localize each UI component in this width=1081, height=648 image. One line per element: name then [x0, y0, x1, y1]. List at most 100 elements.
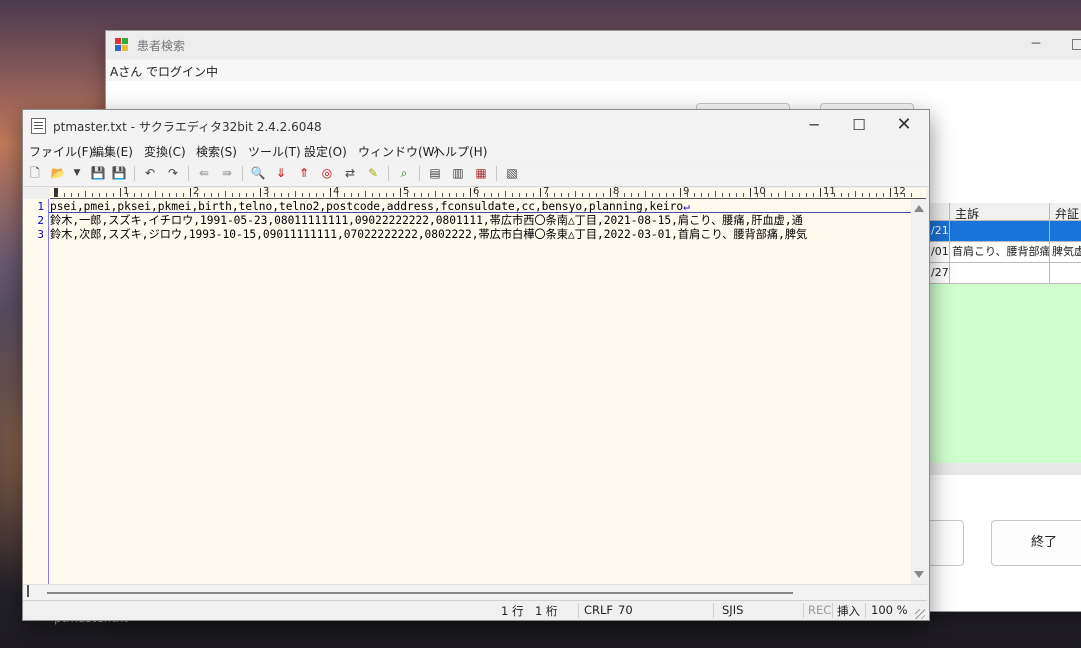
menu-window[interactable]: ウィンドウ(W) [358, 143, 439, 160]
clear-mark-icon[interactable]: ✎ [365, 165, 381, 181]
ruler-tick [911, 193, 912, 197]
sakura-editor-window[interactable]: ptmaster.txt - サクラエディタ32bit 2.4.2.6048 ─… [22, 109, 930, 621]
horizontal-scroll-thumb[interactable] [47, 592, 793, 594]
minimize-button[interactable]: ─ [1028, 33, 1044, 55]
scroll-left-icon[interactable] [27, 585, 29, 597]
resize-grip[interactable] [915, 609, 925, 619]
menu-edit[interactable]: 編集(E) [92, 143, 133, 160]
menu-help[interactable]: ヘルプ(H) [433, 143, 487, 160]
line-number-gutter: 1 2 3 [23, 199, 49, 584]
open-dropdown-icon[interactable]: ▼ [69, 165, 85, 181]
vertical-scrollbar[interactable] [911, 199, 927, 584]
save-icon[interactable]: 💾 [90, 165, 106, 181]
ruler-tick [309, 193, 310, 197]
ruler-tick [568, 193, 569, 197]
text-line[interactable]: psei,pmei,pksei,pkmei,birth,telno,telno2… [50, 200, 690, 214]
grid-cell-complaint[interactable] [950, 263, 1050, 283]
ruler-tick [554, 193, 555, 197]
text-line[interactable]: 鈴木,一郎,スズキ,イチロウ,1991-05-23,08011111111,09… [50, 214, 803, 228]
ruler-tick [351, 193, 352, 197]
grid-cell-pattern[interactable] [1050, 263, 1081, 283]
table-row[interactable]: /27 [929, 263, 1081, 284]
search-down-icon[interactable]: ⇓ [273, 165, 289, 181]
grid-cell-pattern[interactable] [1050, 221, 1081, 241]
redo-icon[interactable]: ↷ [165, 165, 181, 181]
jump-forward-icon[interactable]: ⇛ [219, 165, 235, 181]
grid-header-complaint[interactable]: 主訴 [955, 205, 979, 222]
minimize-button[interactable]: ─ [791, 110, 837, 140]
ruler-tick [57, 193, 58, 197]
ruler-tick [71, 193, 72, 197]
tag-jump-icon[interactable]: ▦ [473, 165, 489, 181]
grid-cell-date[interactable]: /27 [929, 263, 950, 283]
table-row[interactable]: /01 首肩こり、腰背部痛 脾気虚 [929, 242, 1081, 263]
scroll-down-icon[interactable] [914, 571, 924, 578]
outline-icon[interactable]: ▤ [427, 165, 443, 181]
ruler-tick [743, 193, 744, 197]
search-up-icon[interactable]: ⇑ [296, 165, 312, 181]
search-mark-icon[interactable]: ◎ [319, 165, 335, 181]
grid-cell-complaint[interactable] [950, 221, 1050, 241]
compare-icon[interactable]: ▥ [450, 165, 466, 181]
table-row[interactable]: /21 [929, 221, 1081, 242]
ruler-tick [659, 193, 660, 197]
status-char-code: 70 [618, 603, 633, 617]
menu-search[interactable]: 検索(S) [196, 143, 237, 160]
text-line[interactable]: 鈴木,次郎,スズキ,ジロウ,1993-10-15,09011111111,070… [50, 228, 807, 242]
grid-cell-date[interactable]: /21 [929, 221, 950, 241]
ruler-tick [687, 193, 688, 197]
maximize-button[interactable]: ☐ [836, 110, 882, 140]
text-editing-area[interactable]: psei,pmei,pksei,pkmei,birth,telno,telno2… [49, 199, 911, 584]
text-line-content: 鈴木,次郎,スズキ,ジロウ,1993-10-15,09011111111,070… [50, 228, 808, 241]
grep-icon[interactable]: ⌕ [396, 165, 412, 181]
ruler-tick [344, 193, 345, 197]
ruler-tick [652, 193, 653, 197]
ruler-tick [169, 193, 170, 197]
ruler-tick [141, 193, 142, 197]
ruler-tick [274, 193, 275, 197]
ruler-tick [379, 193, 380, 197]
ruler-tick [372, 193, 373, 197]
menu-file[interactable]: ファイル(F) [29, 143, 93, 160]
undo-icon[interactable]: ↶ [142, 165, 158, 181]
ruler-tick [708, 193, 709, 197]
close-button[interactable]: ✕ [881, 110, 927, 140]
patient-search-titlebar[interactable]: 患者検索 ─ [106, 31, 1081, 59]
ruler-tick [792, 193, 793, 197]
ruler-tick [897, 193, 898, 197]
print-preview-icon[interactable]: ▧ [504, 165, 520, 181]
horizontal-scrollbar[interactable] [23, 584, 927, 601]
ruler-tick [113, 193, 114, 197]
ruler-tick [778, 193, 779, 197]
patient-grid[interactable]: 主訴 弁証 /21 /01 首肩こり、腰背部痛 脾気虚 /27 [929, 203, 1081, 463]
status-bar: 1 行 1 桁 CRLF 70 SJIS REC 挿入 100 % [23, 600, 927, 620]
maximize-button[interactable] [1072, 39, 1081, 50]
ruler-tick [764, 193, 765, 197]
new-file-icon[interactable]: 🗋 [27, 165, 43, 181]
ruler-tick [358, 193, 359, 197]
editor-titlebar[interactable]: ptmaster.txt - サクラエディタ32bit 2.4.2.6048 ─… [23, 110, 929, 140]
status-charset[interactable]: SJIS [722, 603, 743, 617]
exit-button[interactable]: 終了 [991, 520, 1081, 566]
jump-back-icon[interactable]: ⇚ [196, 165, 212, 181]
grid-cell-complaint[interactable]: 首肩こり、腰背部痛 [950, 242, 1050, 262]
menu-convert[interactable]: 変換(C) [144, 143, 186, 160]
replace-icon[interactable]: ⇄ [342, 165, 358, 181]
ruler-tick [498, 193, 499, 197]
grid-header-pattern[interactable]: 弁証 [1055, 205, 1079, 222]
ruler-tick [638, 193, 639, 197]
ruler-tick [365, 191, 366, 197]
scroll-up-icon[interactable] [914, 205, 924, 212]
save-all-icon[interactable]: 💾 [111, 165, 127, 181]
search-icon[interactable]: 🔍 [250, 165, 266, 181]
ruler-tick [253, 193, 254, 197]
status-eol[interactable]: CRLF [584, 603, 613, 617]
open-file-icon[interactable]: 📂 [50, 165, 66, 181]
grid-cell-pattern[interactable]: 脾気虚 [1050, 242, 1081, 262]
menu-settings[interactable]: 設定(O) [304, 143, 347, 160]
ruler-tick [428, 193, 429, 197]
status-insert-mode[interactable]: 挿入 [837, 603, 860, 619]
grid-cell-date[interactable]: /01 [929, 242, 950, 262]
ruler-tick [589, 193, 590, 197]
menu-tools[interactable]: ツール(T) [248, 143, 301, 160]
